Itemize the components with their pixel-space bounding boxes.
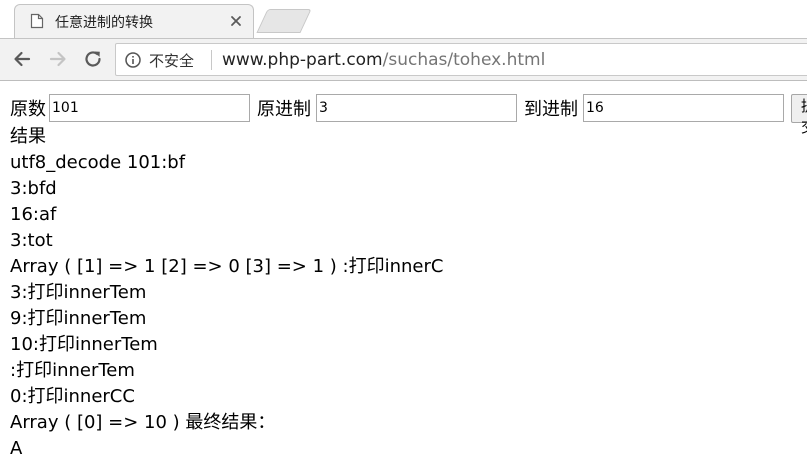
- close-icon[interactable]: [229, 14, 243, 28]
- tab-title: 任意进制的转换: [55, 15, 153, 31]
- output-line: Array ( [1] => 1 [2] => 0 [3] => 1 ) :打印…: [10, 256, 444, 277]
- output-line: 3:tot: [10, 230, 53, 251]
- document-icon: [30, 13, 44, 29]
- source-number-input[interactable]: [49, 94, 250, 122]
- new-tab-button[interactable]: [256, 9, 312, 33]
- forward-arrow-icon[interactable]: [47, 48, 69, 70]
- output-line: 10:打印innerTem: [10, 334, 158, 355]
- output-line: :打印innerTem: [10, 360, 135, 381]
- from-base-label: 原进制: [257, 99, 311, 120]
- output-line: 3:bfd: [10, 178, 57, 199]
- browser-toolbar: 不安全 www.php-part.com/suchas/tohex.html: [0, 38, 807, 81]
- address-separator: [211, 50, 212, 70]
- output-line: 9:打印innerTem: [10, 308, 147, 329]
- url-host: www.php-part.com: [222, 50, 383, 70]
- reload-icon[interactable]: [82, 48, 104, 70]
- to-base-label: 到进制: [524, 99, 578, 120]
- url-text[interactable]: www.php-part.com/suchas/tohex.html: [222, 50, 545, 70]
- output-line: utf8_decode 101:bf: [10, 152, 186, 173]
- to-base-input[interactable]: [583, 94, 784, 122]
- output-line: 0:打印innerCC: [10, 386, 135, 407]
- url-path: /suchas/tohex.html: [382, 50, 546, 70]
- result-heading: 结果: [10, 126, 46, 147]
- source-number-label: 原数: [10, 99, 46, 120]
- tab-strip: 任意进制的转换: [0, 0, 807, 38]
- address-bar[interactable]: 不安全 www.php-part.com/suchas/tohex.html: [115, 43, 807, 76]
- page-content: 原数 原进制 到进制 提交 结果 utf8_decode 101:bf 3:bf…: [0, 82, 807, 464]
- browser-tab[interactable]: 任意进制的转换: [14, 4, 254, 38]
- from-base-input[interactable]: [316, 94, 517, 122]
- output-line: A: [10, 438, 23, 459]
- output-line: 3:打印innerTem: [10, 282, 147, 303]
- info-icon[interactable]: [125, 52, 141, 68]
- security-status[interactable]: 不安全: [149, 50, 194, 71]
- output-line: Array ( [0] => 10 ) 最终结果：: [10, 412, 276, 433]
- back-arrow-icon[interactable]: [11, 48, 33, 70]
- output-line: 16:af: [10, 204, 57, 225]
- submit-button[interactable]: 提交: [791, 94, 807, 136]
